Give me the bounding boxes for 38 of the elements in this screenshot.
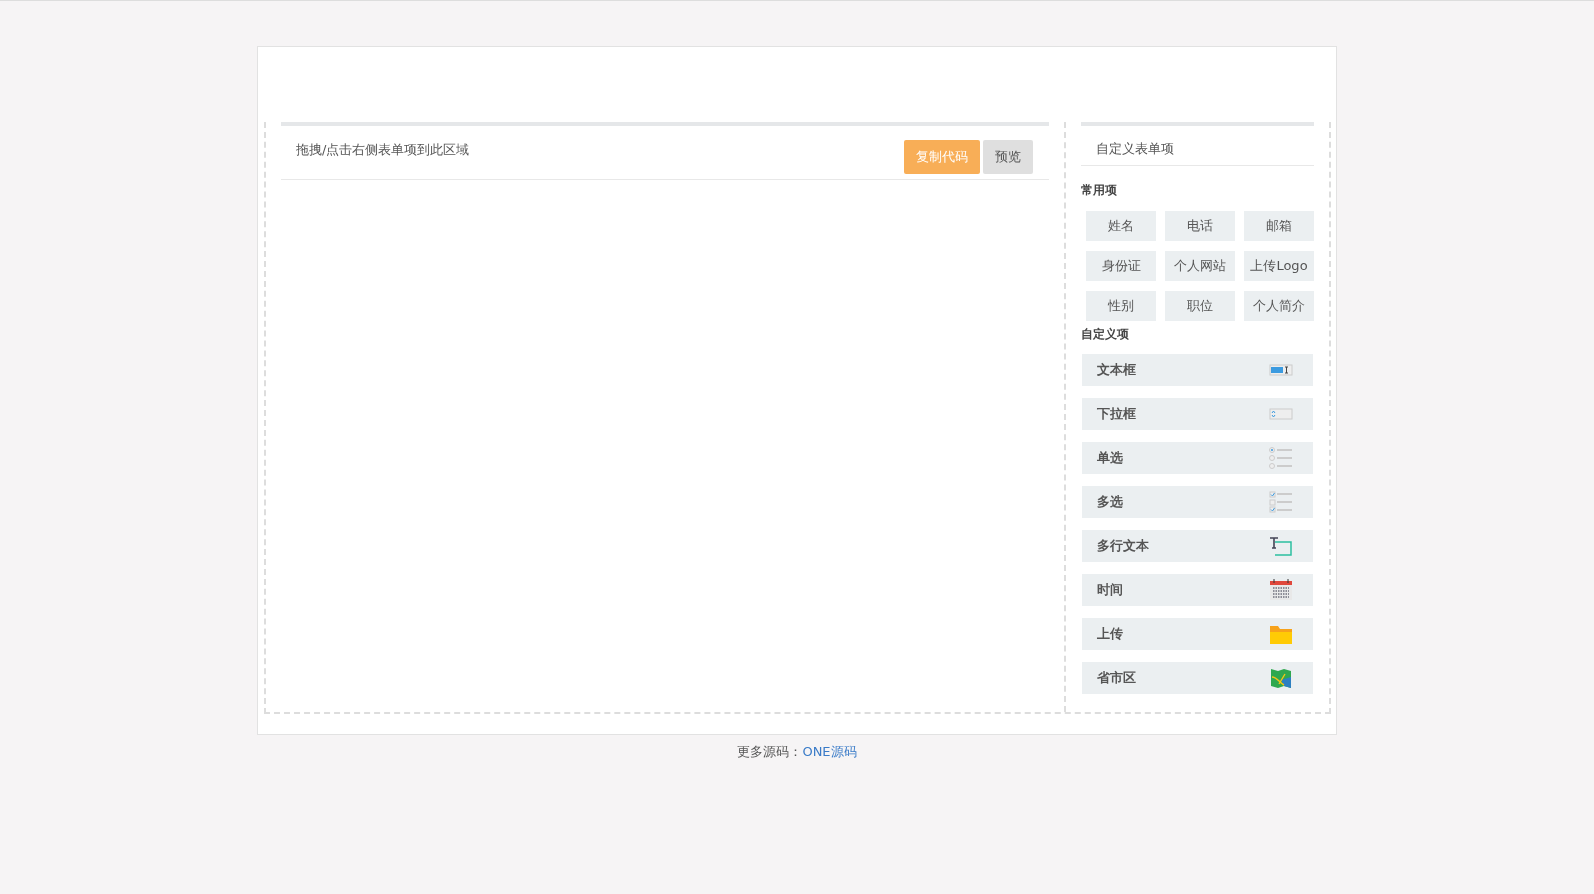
- field-type-item[interactable]: 多行文本: [1082, 530, 1313, 562]
- field-chip[interactable]: 个人简介: [1244, 291, 1314, 321]
- field-chip[interactable]: 职位: [1165, 291, 1235, 321]
- section-heading: 自定义项: [1081, 326, 1130, 343]
- field-type-label: 多选: [1097, 493, 1123, 511]
- calendar-icon: [1269, 579, 1293, 601]
- folder-icon: [1269, 623, 1293, 645]
- field-type-label: 省市区: [1097, 669, 1136, 687]
- field-chip[interactable]: 性别: [1086, 291, 1156, 321]
- field-chip[interactable]: 邮箱: [1244, 211, 1314, 241]
- checklist-icon: [1269, 491, 1293, 513]
- section-heading: 常用项: [1081, 182, 1118, 199]
- footer-link[interactable]: ONE源码: [802, 743, 857, 761]
- field-chip[interactable]: 电话: [1165, 211, 1235, 241]
- map-icon: [1269, 667, 1293, 689]
- footer-text: 更多源码：: [737, 743, 803, 761]
- field-chip[interactable]: 姓名: [1086, 211, 1156, 241]
- drop-zone-hint: 拖拽/点击右侧表单项到此区域: [296, 141, 470, 159]
- panel-title: 自定义表单项: [1096, 140, 1174, 158]
- field-type-item[interactable]: 单选: [1082, 442, 1313, 474]
- field-type-item[interactable]: 时间: [1082, 574, 1313, 606]
- field-type-label: 下拉框: [1097, 405, 1136, 423]
- radio-list-icon: [1269, 447, 1293, 469]
- field-type-label: 文本框: [1097, 361, 1136, 379]
- field-type-label: 多行文本: [1097, 537, 1149, 555]
- preview-button[interactable]: 预览: [983, 140, 1033, 174]
- field-type-item[interactable]: 省市区: [1082, 662, 1313, 694]
- field-type-label: 单选: [1097, 449, 1123, 467]
- field-type-item[interactable]: 下拉框: [1082, 398, 1313, 430]
- field-type-item[interactable]: 上传: [1082, 618, 1313, 650]
- field-chip[interactable]: 上传Logo: [1244, 251, 1314, 281]
- field-type-item[interactable]: 文本框: [1082, 354, 1313, 386]
- text-area-icon: [1269, 535, 1293, 557]
- field-type-label: 上传: [1097, 625, 1123, 643]
- field-chip[interactable]: 身份证: [1086, 251, 1156, 281]
- field-chip[interactable]: 个人网站: [1165, 251, 1235, 281]
- field-type-item[interactable]: 多选: [1082, 486, 1313, 518]
- field-type-label: 时间: [1097, 581, 1123, 599]
